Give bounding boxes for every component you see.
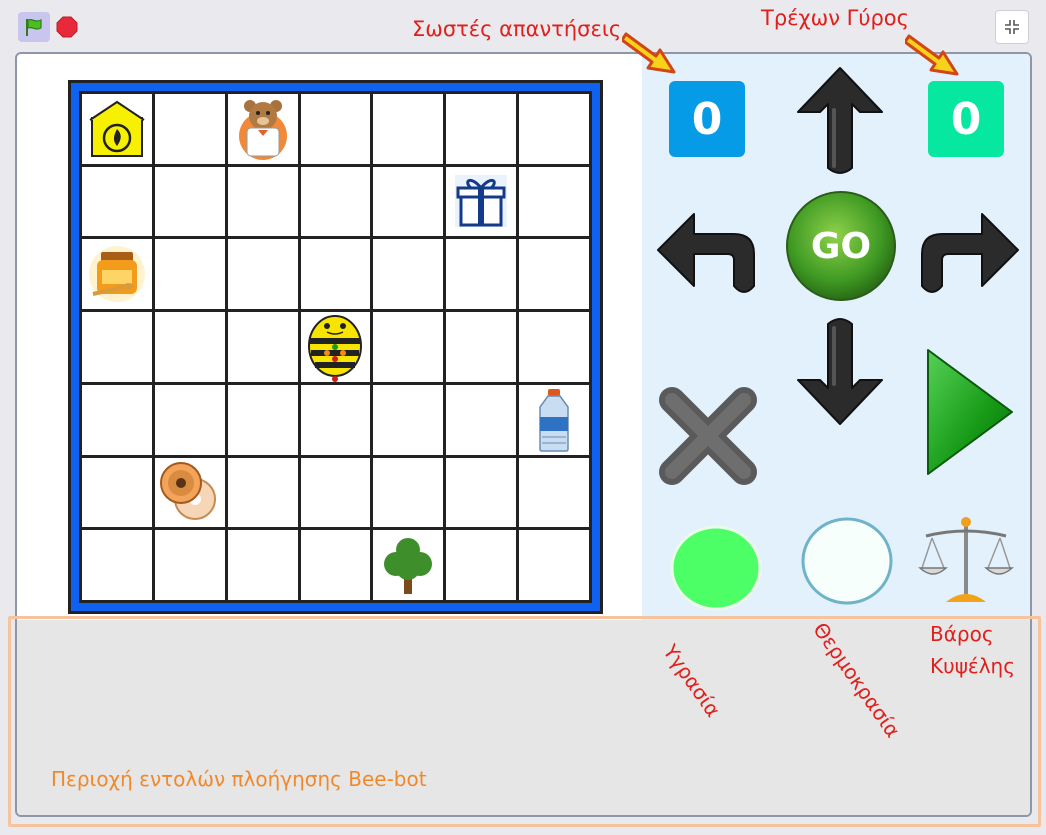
grid-cell <box>82 384 152 455</box>
grid-cell <box>82 166 152 237</box>
grid-cell <box>227 166 298 237</box>
donuts-icon <box>159 461 221 523</box>
fire-station-icon <box>88 100 146 158</box>
navigation-area-label: Περιοχή εντολών πλοήγησης Bee-bot <box>51 767 427 791</box>
balance-scale-icon <box>918 517 1014 602</box>
temperature-circle-icon <box>801 517 893 605</box>
grid-cell <box>519 94 589 164</box>
honey-jar-icon <box>87 244 147 304</box>
run-button[interactable] <box>922 344 1018 480</box>
grid-cell <box>154 166 225 237</box>
grid-cell <box>227 239 298 309</box>
teddy-doctor-icon <box>230 96 296 162</box>
grid-cell <box>227 530 298 600</box>
grid-cell <box>446 166 517 237</box>
grid-cell <box>300 311 371 382</box>
grid-cell <box>300 384 371 455</box>
clear-button[interactable] <box>654 382 762 490</box>
arrow-down-icon <box>797 318 883 425</box>
arrow-up-icon <box>797 67 883 174</box>
grid-cell <box>373 239 444 309</box>
temperature-sensor[interactable] <box>800 516 894 606</box>
gift-icon <box>453 173 509 229</box>
clear-x-icon <box>659 387 757 485</box>
grid-cell <box>227 457 298 528</box>
grid-cell <box>227 311 298 382</box>
pointer-arrow-icon <box>905 34 959 76</box>
pointer-arrow-icon <box>622 32 676 74</box>
exit-fullscreen-button[interactable] <box>995 10 1029 44</box>
control-panel: 0 0 GO <box>642 54 1030 622</box>
grid-cell <box>446 94 517 164</box>
turn-right-button[interactable] <box>914 194 1022 302</box>
grid-cell <box>446 239 517 309</box>
correct-answers-counter: 0 <box>669 81 745 157</box>
grid-cell <box>227 94 298 164</box>
forward-button[interactable] <box>790 60 890 178</box>
hive-weight-label-line2: Κυψέλης <box>930 654 1015 678</box>
water-bottle-icon <box>534 387 574 453</box>
humidity-circle-icon <box>670 525 762 611</box>
beebot-grid-frame <box>68 80 603 614</box>
grid-cell <box>446 457 517 528</box>
grid-cell <box>154 530 225 600</box>
stop-button[interactable] <box>54 12 80 42</box>
grid-cell <box>82 311 152 382</box>
grid-cell <box>154 384 225 455</box>
grid-cell <box>373 384 444 455</box>
grid-cell <box>373 530 444 600</box>
turn-right-icon <box>921 213 1019 293</box>
beebot-grid <box>79 91 592 603</box>
backward-button[interactable] <box>790 314 890 432</box>
grid-cell <box>373 94 444 164</box>
grid-cell <box>82 239 152 309</box>
grid-cell <box>82 94 152 164</box>
correct-answers-label: Σωστές απαντήσεις <box>412 17 622 41</box>
stop-icon <box>56 16 78 38</box>
turn-left-icon <box>657 213 755 293</box>
hive-weight-label-line1: Βάρος <box>930 622 994 646</box>
current-round-counter: 0 <box>928 81 1004 157</box>
grid-cell <box>373 166 444 237</box>
grid-cell <box>300 166 371 237</box>
grid-cell <box>300 530 371 600</box>
tree-icon <box>381 534 435 596</box>
current-round-label: Τρέχων Γύρος <box>761 6 909 30</box>
grid-cell <box>300 239 371 309</box>
grid-cell <box>154 94 225 164</box>
grid-cell <box>300 457 371 528</box>
grid-cell <box>519 457 589 528</box>
grid-cell <box>373 457 444 528</box>
grid-cell <box>446 530 517 600</box>
grid-cell <box>446 311 517 382</box>
grid-cell <box>446 384 517 455</box>
grid-cell <box>154 457 225 528</box>
turn-left-button[interactable] <box>654 194 762 302</box>
grid-cell <box>154 239 225 309</box>
grid-cell <box>519 239 589 309</box>
grid-cell <box>300 94 371 164</box>
green-flag-icon <box>26 18 42 36</box>
humidity-sensor[interactable] <box>670 524 762 612</box>
grid-cell <box>519 166 589 237</box>
grid-cell <box>82 530 152 600</box>
grid-cell <box>519 384 589 455</box>
hive-weight-scale[interactable] <box>918 514 1014 604</box>
grid-cell <box>519 311 589 382</box>
go-label: GO <box>810 225 872 267</box>
green-flag-button[interactable] <box>18 12 50 42</box>
grid-cell <box>227 384 298 455</box>
play-triangle-icon <box>927 349 1013 475</box>
grid-cell <box>373 311 444 382</box>
exit-fullscreen-icon <box>1005 20 1019 34</box>
bee-bot-icon <box>307 312 363 382</box>
grid-cell <box>82 457 152 528</box>
grid-cell <box>519 530 589 600</box>
go-button[interactable]: GO <box>785 190 897 302</box>
grid-cell <box>154 311 225 382</box>
